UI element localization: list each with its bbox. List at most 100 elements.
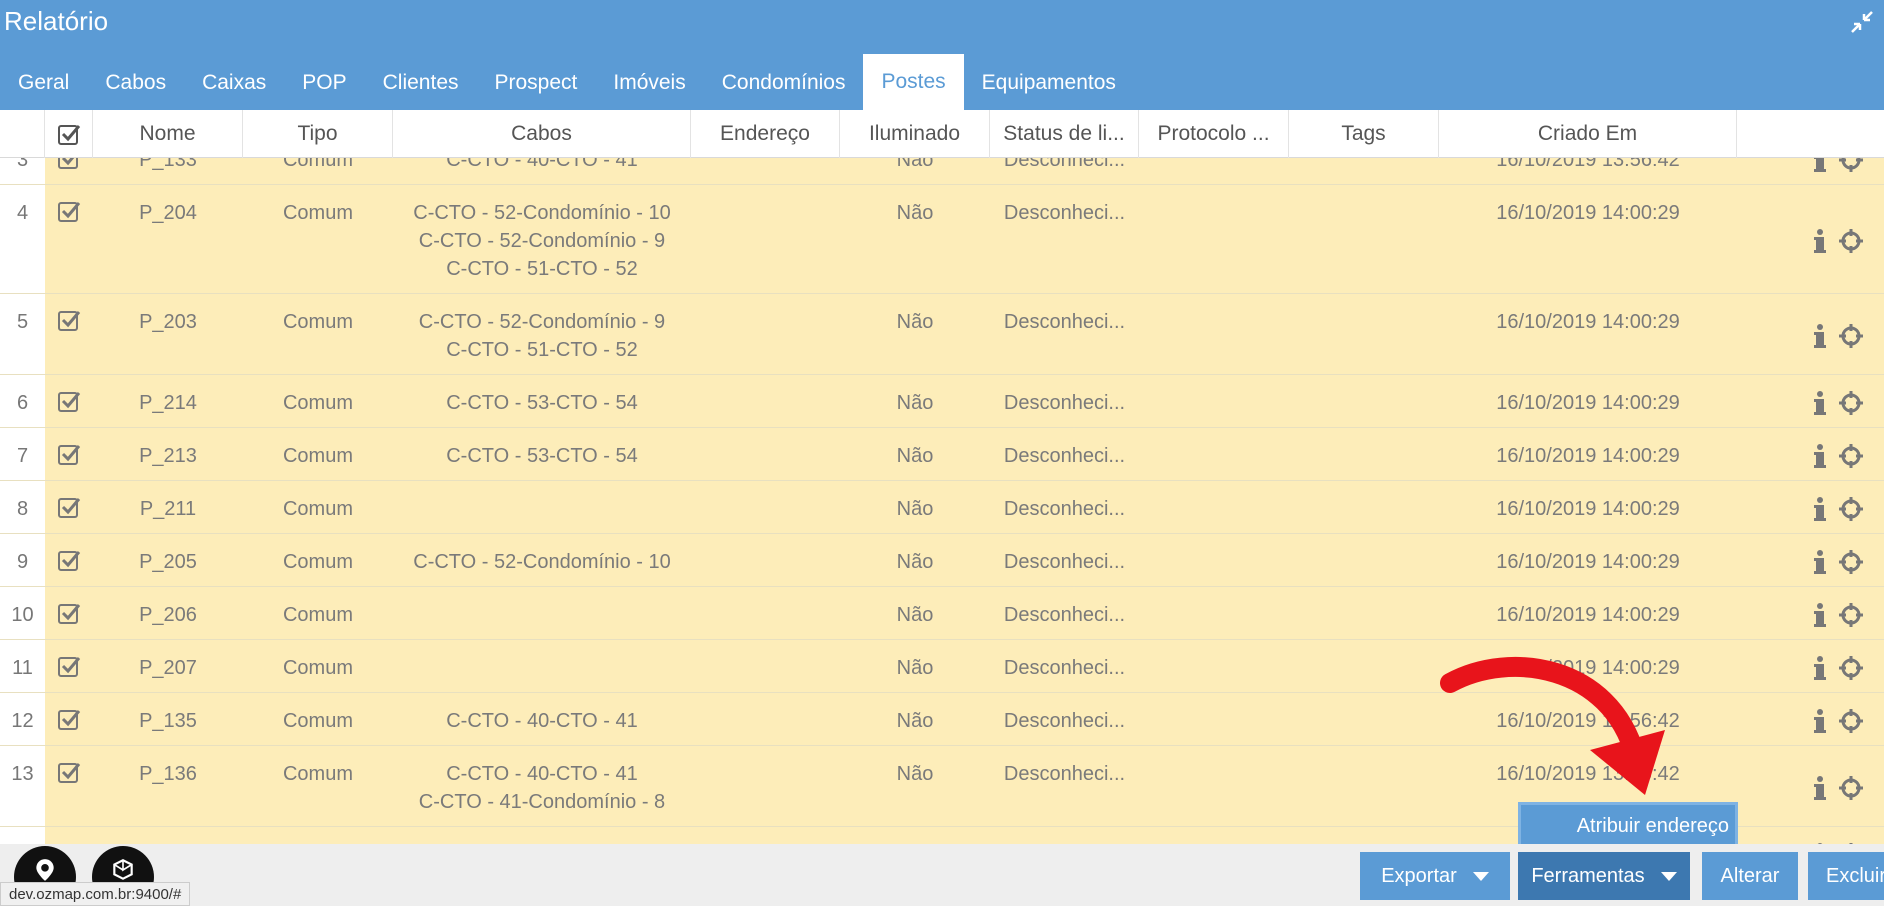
header-nome[interactable]: Nome bbox=[93, 110, 243, 158]
tab-postes[interactable]: Postes bbox=[863, 54, 964, 110]
tab-condominios[interactable]: Condomínios bbox=[704, 56, 864, 110]
info-icon[interactable] bbox=[1812, 602, 1828, 628]
alter-button[interactable]: Alterar bbox=[1702, 852, 1798, 900]
crosshair-icon[interactable] bbox=[1838, 775, 1864, 801]
row-checkbox bbox=[45, 428, 93, 480]
row-checkbox bbox=[45, 587, 93, 639]
row-number: 12 bbox=[0, 693, 45, 745]
cell-nome: P_205 bbox=[93, 534, 243, 586]
header-tags[interactable]: Tags bbox=[1289, 110, 1439, 158]
table-row[interactable]: 6 P_214 Comum C-CTO - 53-CTO - 54 Não Desconh… bbox=[0, 375, 1884, 428]
header-endereco[interactable]: Endereço bbox=[691, 110, 840, 158]
table-row[interactable]: 10 P_206 Comum Não Desconheci... 16/10/2019 1… bbox=[0, 587, 1884, 640]
delete-button[interactable]: Excluir bbox=[1808, 852, 1884, 900]
row-actions bbox=[1737, 746, 1884, 826]
table-row[interactable]: 3 P_133 Comum C-CTO - 40-CTO - 41 Não Desconh… bbox=[0, 158, 1884, 185]
info-icon[interactable] bbox=[1812, 549, 1828, 575]
table-header: Nome Tipo Cabos Endereço Iluminado Statu… bbox=[0, 110, 1884, 158]
header-select-all[interactable] bbox=[45, 110, 93, 158]
checkbox-icon[interactable] bbox=[57, 760, 81, 784]
info-icon[interactable] bbox=[1812, 655, 1828, 681]
crosshair-icon[interactable] bbox=[1838, 323, 1864, 349]
info-icon[interactable] bbox=[1812, 775, 1828, 801]
cell-protocolo bbox=[1139, 534, 1289, 586]
table-row[interactable]: 5 P_203 Comum C-CTO - 52-Condomínio - 9 C-CT… bbox=[0, 294, 1884, 375]
cell-protocolo bbox=[1139, 481, 1289, 533]
cell-iluminado: Não bbox=[840, 746, 990, 826]
row-number: 5 bbox=[0, 294, 45, 374]
tab-imoveis[interactable]: Imóveis bbox=[595, 56, 703, 110]
info-icon[interactable] bbox=[1812, 158, 1828, 173]
crosshair-icon[interactable] bbox=[1838, 708, 1864, 734]
table-row[interactable]: 9 P_205 Comum C-CTO - 52-Condomínio - 10 Não… bbox=[0, 534, 1884, 587]
info-icon[interactable] bbox=[1812, 443, 1828, 469]
table-row[interactable]: 7 P_213 Comum C-CTO - 53-CTO - 54 Não Desconh… bbox=[0, 428, 1884, 481]
cell-tipo: Comum bbox=[243, 534, 393, 586]
table-row[interactable]: 8 P_211 Comum Não Desconheci... 16/10/2019 14… bbox=[0, 481, 1884, 534]
checkbox-icon[interactable] bbox=[57, 158, 81, 170]
crosshair-icon[interactable] bbox=[1838, 602, 1864, 628]
cell-tipo: Comum bbox=[243, 294, 393, 374]
checkbox-icon[interactable] bbox=[57, 495, 81, 519]
cell-endereco bbox=[691, 827, 840, 844]
header-criado-em[interactable]: Criado Em bbox=[1439, 110, 1737, 158]
cell-cabos: C-CTO - 40-CTO - 41 C-CTO - 41-Condomínio… bbox=[393, 746, 691, 826]
table-row[interactable]: 4 P_204 Comum C-CTO - 52-Condomínio - 10 C-C… bbox=[0, 185, 1884, 294]
checkbox-icon[interactable] bbox=[57, 601, 81, 625]
cell-tags bbox=[1289, 640, 1439, 692]
checkbox-icon[interactable] bbox=[57, 308, 81, 332]
header-status[interactable]: Status de li... bbox=[990, 110, 1139, 158]
tab-geral[interactable]: Geral bbox=[0, 56, 87, 110]
info-icon[interactable] bbox=[1812, 323, 1828, 349]
checkbox-icon[interactable] bbox=[57, 548, 81, 572]
cell-endereco bbox=[691, 428, 840, 480]
info-icon[interactable] bbox=[1812, 496, 1828, 522]
info-icon[interactable] bbox=[1812, 708, 1828, 734]
tab-prospect[interactable]: Prospect bbox=[477, 56, 596, 110]
atribuir-endereco-menu-item[interactable]: Atribuir endereço bbox=[1518, 802, 1738, 850]
info-icon[interactable] bbox=[1812, 228, 1828, 254]
cell-tags bbox=[1289, 534, 1439, 586]
cell-iluminado: Não bbox=[840, 534, 990, 586]
tab-caixas[interactable]: Caixas bbox=[184, 56, 284, 110]
crosshair-icon[interactable] bbox=[1838, 443, 1864, 469]
cell-status: Desconheci... bbox=[990, 375, 1139, 427]
crosshair-icon[interactable] bbox=[1838, 549, 1864, 575]
cabo-line: C-CTO - 52-Condomínio - 10 bbox=[413, 202, 671, 224]
compress-icon[interactable] bbox=[1850, 10, 1874, 34]
cell-cabos: C-CTO - 52-Condomínio - 9 C-CTO - 51-CTO … bbox=[393, 294, 691, 374]
crosshair-icon[interactable] bbox=[1838, 655, 1864, 681]
info-icon[interactable] bbox=[1812, 390, 1828, 416]
tab-pop[interactable]: POP bbox=[284, 56, 364, 110]
checkbox-icon[interactable] bbox=[57, 442, 81, 466]
checkbox-icon[interactable] bbox=[57, 199, 81, 223]
checkbox-icon[interactable] bbox=[57, 122, 81, 146]
cell-tags bbox=[1289, 185, 1439, 293]
export-button[interactable]: Exportar bbox=[1360, 852, 1510, 900]
crosshair-icon[interactable] bbox=[1838, 390, 1864, 416]
row-number: 13 bbox=[0, 746, 45, 826]
cabo-line: C-CTO - 51-CTO - 52 bbox=[446, 258, 638, 280]
crosshair-icon[interactable] bbox=[1838, 228, 1864, 254]
cell-cabos: C-CTO - 52-Condomínio - 10 bbox=[393, 534, 691, 586]
checkbox-icon[interactable] bbox=[57, 654, 81, 678]
cabo-line: C-CTO - 52-Condomínio - 10 bbox=[413, 551, 671, 573]
header-iluminado[interactable]: Iluminado bbox=[840, 110, 990, 158]
tab-equipamentos[interactable]: Equipamentos bbox=[964, 56, 1134, 110]
crosshair-icon[interactable] bbox=[1838, 158, 1864, 173]
cell-nome: P_203 bbox=[93, 294, 243, 374]
header-cabos[interactable]: Cabos bbox=[393, 110, 691, 158]
cell-tipo: Comum bbox=[243, 375, 393, 427]
cube-icon bbox=[113, 858, 133, 880]
tab-cabos[interactable]: Cabos bbox=[87, 56, 184, 110]
header-protocolo[interactable]: Protocolo ... bbox=[1139, 110, 1289, 158]
crosshair-icon[interactable] bbox=[1838, 496, 1864, 522]
checkbox-icon[interactable] bbox=[57, 707, 81, 731]
cell-tipo: Comum bbox=[243, 693, 393, 745]
tools-button[interactable]: Ferramentas bbox=[1518, 852, 1690, 900]
checkbox-icon[interactable] bbox=[57, 389, 81, 413]
row-actions bbox=[1737, 294, 1884, 374]
cell-criado-em: 16/10/2019 14:00:29 bbox=[1439, 481, 1737, 533]
tab-clientes[interactable]: Clientes bbox=[365, 56, 477, 110]
header-tipo[interactable]: Tipo bbox=[243, 110, 393, 158]
